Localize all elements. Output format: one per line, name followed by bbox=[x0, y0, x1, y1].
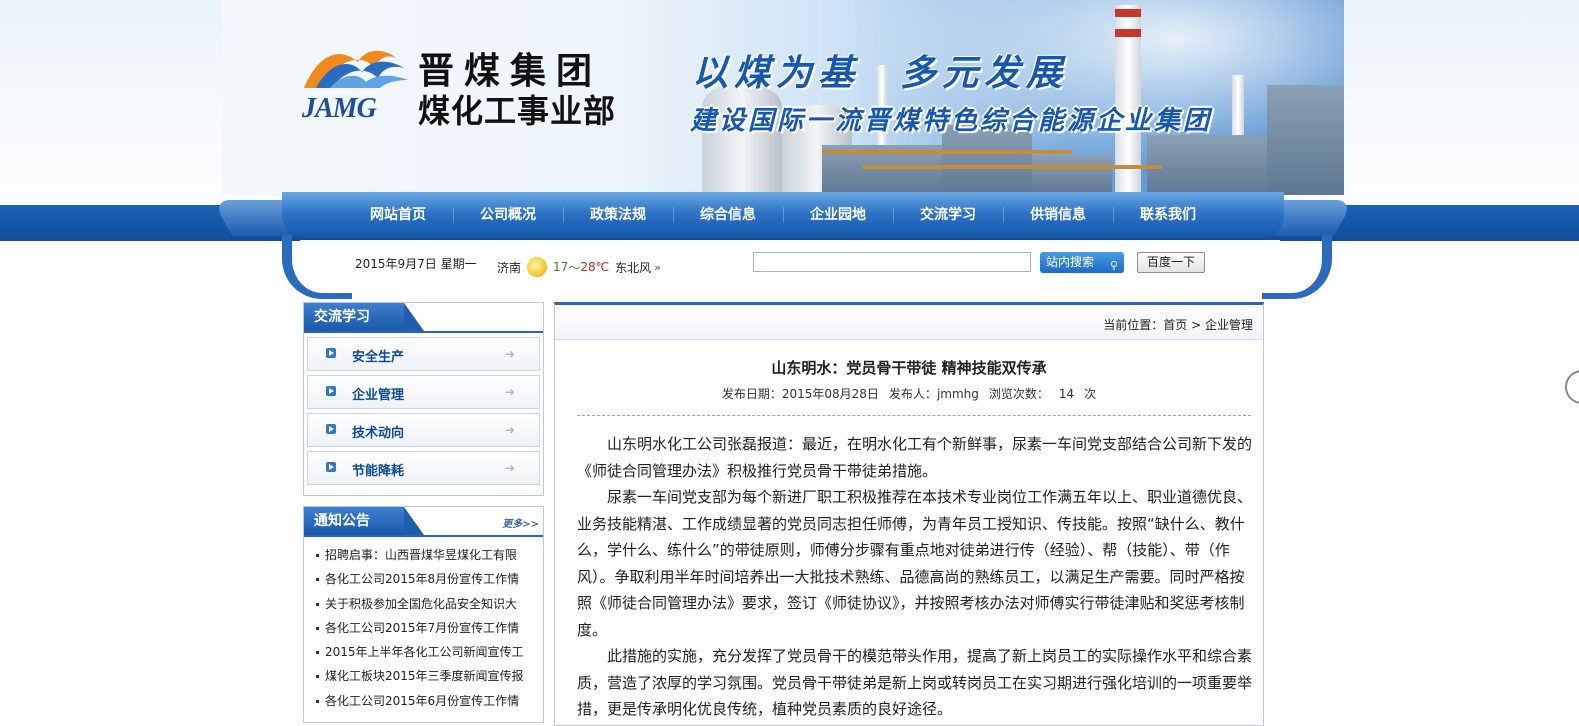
publish-date: 2015年08月28日 bbox=[781, 387, 879, 401]
study-panel-title: 交流学习 bbox=[304, 303, 424, 331]
article-title: 山东明水：党员骨干带徒 精神技能双传承 bbox=[771, 359, 1047, 377]
bullet-dot-icon bbox=[316, 699, 319, 703]
arrow-right-icon: ➜ bbox=[504, 347, 515, 361]
notice-item[interactable]: 招聘启事：山西晋煤华昱煤化工有限 bbox=[316, 543, 543, 567]
nav-item-supply-sales[interactable]: 供销信息 bbox=[1004, 207, 1114, 223]
study-item-label: 技术动向 bbox=[352, 426, 405, 441]
slogan-line1: 以煤为基 多元发展 bbox=[692, 44, 1068, 96]
weather-widget[interactable]: 济南 17 ～ 28℃ 东北风 » bbox=[497, 257, 661, 277]
study-item-label: 企业管理 bbox=[352, 388, 405, 403]
study-item-label: 安全生产 bbox=[352, 350, 405, 365]
article-body: 山东明水化工公司张磊报道：最近，在明水化工有个新鲜事，尿素一车间党支部结合公司新… bbox=[577, 431, 1253, 723]
views-count: 14 bbox=[1058, 387, 1075, 401]
notice-list: 招聘启事：山西晋煤华昱煤化工有限 各化工公司2015年8月份宣传工作情 关于积极… bbox=[304, 543, 543, 713]
study-panel-header: 交流学习 bbox=[304, 303, 543, 333]
wind-direction: 东北风 bbox=[615, 260, 652, 275]
study-item-management[interactable]: 企业管理 ➜ bbox=[307, 375, 540, 409]
notice-item[interactable]: 各化工公司2015年8月份宣传工作情 bbox=[316, 567, 543, 591]
nav-item-general-info[interactable]: 综合信息 bbox=[674, 207, 784, 223]
notice-panel-title: 通知公告 bbox=[304, 507, 424, 535]
notice-item[interactable]: 2015年上半年各化工公司新闻宣传工 bbox=[316, 640, 543, 664]
notice-item[interactable]: 各化工公司2015年7月份宣传工作情 bbox=[316, 616, 543, 640]
bullet-dot-icon bbox=[316, 626, 319, 630]
plant-building-graphic bbox=[1147, 135, 1267, 195]
article-paragraph: 尿素一车间党支部为每个新进厂职工积极推荐在本技术专业岗位工作满五年以上、职业道德… bbox=[577, 488, 1253, 639]
bullet-dot-icon bbox=[316, 675, 319, 679]
breadcrumb-bar: 当前位置：首页 > 企业管理 bbox=[555, 305, 1263, 340]
pipe-graphic bbox=[822, 150, 1072, 154]
play-bullet-icon bbox=[326, 348, 336, 358]
notice-item[interactable]: 煤化工板块2015年三季度新闻宣传报 bbox=[316, 664, 543, 688]
nav-item-exchange-study[interactable]: 交流学习 bbox=[894, 207, 1004, 223]
nav-item-contact[interactable]: 联系我们 bbox=[1114, 207, 1223, 223]
article-paragraph: 此措施的实施，充分发挥了党员骨干的模范带头作用，提高了新上岗员工的实际操作水平和… bbox=[577, 647, 1253, 718]
arrow-right-icon: ➜ bbox=[504, 461, 515, 475]
search-input[interactable] bbox=[753, 252, 1031, 272]
play-bullet-icon bbox=[326, 424, 336, 434]
temp-separator: ～ bbox=[568, 260, 581, 275]
bullet-dot-icon bbox=[316, 578, 319, 582]
bullet-dot-icon bbox=[316, 554, 319, 557]
nav-item-company-overview[interactable]: 公司概况 bbox=[454, 207, 564, 223]
study-item-energy-saving[interactable]: 节能降耗 ➜ bbox=[307, 451, 540, 485]
breadcrumb-home-link[interactable]: 首页 bbox=[1163, 318, 1187, 332]
plant-building-graphic bbox=[1032, 155, 1112, 195]
logo-abbreviation: JAMG bbox=[302, 93, 377, 124]
publisher-label: 发布人： bbox=[888, 387, 937, 401]
slogan-line2: 建设国际一流晋煤特色综合能源企业集团 bbox=[690, 106, 1213, 136]
baidu-search-button[interactable]: 百度一下 bbox=[1137, 252, 1205, 273]
bullet-dot-icon bbox=[316, 651, 319, 655]
article-paragraph: 山东明水化工公司张磊报道：最近，在明水化工有个新鲜事，尿素一车间党支部结合公司新… bbox=[577, 435, 1253, 480]
breadcrumb-prefix: 当前位置： bbox=[1103, 318, 1164, 332]
study-item-safety[interactable]: 安全生产 ➜ bbox=[307, 337, 540, 371]
company-logo[interactable]: JAMG 晋煤集团 煤化工事业部 bbox=[300, 38, 650, 130]
article-divider bbox=[577, 415, 1251, 416]
nav-item-home[interactable]: 网站首页 bbox=[344, 207, 454, 223]
main-nav-wrapper: 网站首页 公司概况 政策法规 综合信息 企业园地 交流学习 供销信息 联系我们 bbox=[211, 192, 1355, 240]
study-panel: 交流学习 安全生产 ➜ 企业管理 ➜ 技术动向 ➜ 节能降耗 ➜ bbox=[303, 302, 544, 496]
publisher: jmmhg bbox=[936, 387, 979, 401]
play-bullet-icon bbox=[326, 386, 336, 396]
temp-low: 17 bbox=[553, 260, 569, 274]
bullet-dot-icon bbox=[316, 602, 319, 606]
publish-date-label: 发布日期： bbox=[721, 387, 782, 401]
site-search-label: 站内搜索 bbox=[1046, 255, 1095, 269]
article-meta: 发布日期：2015年08月28日 发布人：jmmhg 浏览次数： 14 次 bbox=[555, 385, 1263, 402]
plant-building-graphic bbox=[1267, 85, 1344, 195]
slogan-part-a: 以煤为基 bbox=[692, 52, 861, 94]
notice-more-link[interactable]: 更多>> bbox=[502, 515, 539, 530]
search-icon: ⚲ bbox=[1109, 259, 1118, 272]
breadcrumb-separator: > bbox=[1187, 318, 1205, 332]
site-search-button[interactable]: 站内搜索 ⚲ bbox=[1040, 252, 1124, 273]
notice-item[interactable]: 各化工公司2015年6月份宣传工作情 bbox=[316, 689, 543, 713]
breadcrumb-current-link[interactable]: 企业管理 bbox=[1205, 318, 1253, 332]
play-bullet-icon bbox=[326, 462, 336, 472]
study-item-label: 节能降耗 bbox=[352, 464, 405, 479]
article-panel: 当前位置：首页 > 企业管理 山东明水：党员骨干带徒 精神技能双传承 发布日期：… bbox=[554, 302, 1264, 726]
current-date: 2015年9月7日 星期一 bbox=[355, 257, 477, 271]
logo-title-line2: 煤化工事业部 bbox=[418, 92, 617, 130]
pipe-graphic bbox=[862, 165, 1162, 169]
main-nav: 网站首页 公司概况 政策法规 综合信息 企业园地 交流学习 供销信息 联系我们 bbox=[282, 192, 1284, 238]
breadcrumb: 当前位置：首页 > 企业管理 bbox=[1103, 316, 1253, 333]
notice-panel: 通知公告 更多>> 招聘启事：山西晋煤华昱煤化工有限 各化工公司2015年8月份… bbox=[303, 506, 544, 723]
arrow-right-icon: ➜ bbox=[504, 385, 515, 399]
floating-widget-edge[interactable] bbox=[1565, 370, 1579, 404]
logo-wave-icon bbox=[304, 50, 408, 88]
study-item-technology[interactable]: 技术动向 ➜ bbox=[307, 413, 540, 447]
weather-city: 济南 bbox=[497, 260, 522, 275]
nav-item-enterprise-garden[interactable]: 企业园地 bbox=[784, 207, 894, 223]
sun-icon bbox=[527, 257, 548, 277]
slogan-part-b: 多元发展 bbox=[900, 52, 1069, 94]
nav-item-policies[interactable]: 政策法规 bbox=[564, 207, 674, 223]
temp-high: 28℃ bbox=[580, 260, 610, 274]
notice-item[interactable]: 关于积极参加全国危化品安全知识大 bbox=[316, 592, 543, 616]
views-label: 浏览次数： bbox=[988, 387, 1049, 401]
notice-panel-header: 通知公告 更多>> bbox=[304, 507, 543, 537]
arrow-right-icon: ➜ bbox=[504, 423, 515, 437]
views-unit: 次 bbox=[1084, 387, 1097, 401]
double-chevron-right-icon[interactable]: » bbox=[654, 261, 661, 274]
